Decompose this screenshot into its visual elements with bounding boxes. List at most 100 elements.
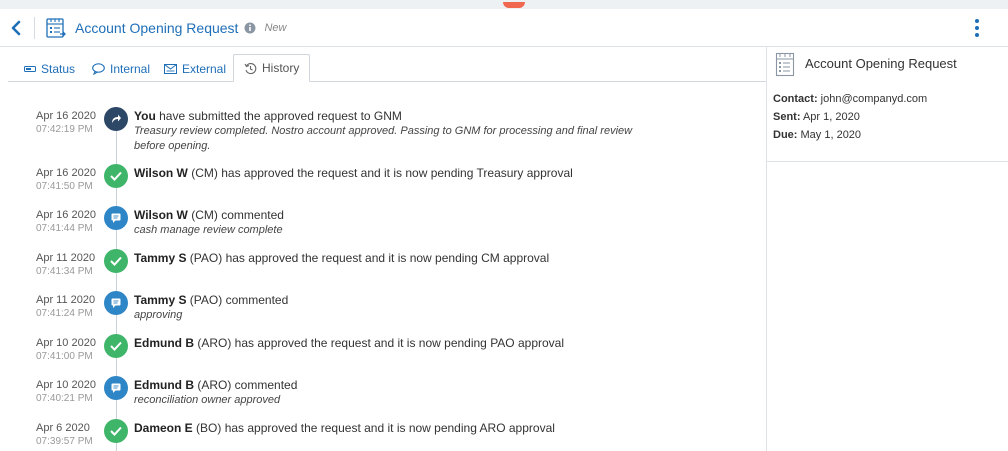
event-date: Apr 16 2020 [36, 167, 96, 179]
tab-label: Status [41, 61, 76, 76]
approved-check-icon [104, 249, 128, 273]
event-body: Edmund B (ARO) has approved the request … [134, 335, 654, 351]
event-role: (ARO) [194, 378, 232, 392]
chevron-left-icon [11, 20, 21, 35]
event-body: Edmund B (ARO) commented reconciliation … [134, 377, 654, 408]
event-date: Apr 10 2020 [36, 337, 96, 349]
event-body: Wilson W (CM) commented cash manage revi… [134, 207, 654, 238]
comment-icon [104, 376, 128, 400]
event-description: Dameon E (BO) has approved the request a… [134, 420, 654, 436]
event-role: (CM) [187, 208, 218, 222]
event-actor: Tammy S [134, 251, 187, 265]
side-panel-title: Account Opening Request [805, 56, 957, 71]
more-options-button[interactable] [966, 17, 988, 39]
event-text: have submitted the approved request to G… [155, 109, 402, 123]
top-strip [0, 0, 1008, 9]
tab-status[interactable]: Status [24, 55, 75, 82]
contact-label: Contact: [773, 93, 818, 105]
event-text: has approved the request and it is now p… [221, 421, 555, 435]
tab-label: External [182, 61, 227, 76]
speech-bubble-icon [92, 62, 105, 75]
event-time: 07:41:24 PM [36, 308, 93, 319]
comment-icon [104, 291, 128, 315]
approved-check-icon [104, 334, 128, 358]
event-description: Wilson W (CM) has approved the request a… [134, 165, 654, 181]
event-note: cash manage review complete [134, 224, 283, 236]
event-note: approving [134, 309, 183, 321]
sent-label: Sent: [773, 111, 801, 123]
back-button[interactable] [4, 16, 28, 40]
event-text: has approved the request and it is now p… [231, 336, 565, 350]
event-time: 07:40:21 PM [36, 393, 93, 404]
header-divider [34, 16, 35, 39]
event-actor: Tammy S [134, 293, 187, 307]
history-timeline: Apr 16 2020 07:42:19 PM You have submitte… [0, 95, 766, 451]
event-role: (ARO) [194, 336, 232, 350]
tab-history[interactable]: History [233, 54, 311, 82]
due-label: Due: [773, 129, 798, 141]
event-role: (CM) [187, 166, 218, 180]
request-summary-panel: Account Opening Request Contact: john@co… [767, 47, 1008, 162]
tab-external[interactable]: External [164, 55, 226, 82]
event-text: commented [217, 208, 284, 222]
event-text: commented [231, 378, 298, 392]
event-text: commented [222, 293, 289, 307]
event-description: Tammy S (PAO) commented [134, 292, 654, 308]
event-actor: Edmund B [134, 336, 194, 350]
header-bar: Account Opening Request New [0, 9, 1008, 47]
event-description: Wilson W (CM) commented [134, 207, 654, 223]
event-date: Apr 6 2020 [36, 422, 90, 434]
event-body: Tammy S (PAO) commented approving [134, 292, 654, 323]
event-date: Apr 16 2020 [36, 110, 96, 122]
event-actor: You [134, 109, 156, 123]
mail-icon [164, 63, 177, 74]
event-timestamp: Apr 16 2020 07:41:50 PM [36, 166, 106, 193]
event-timestamp: Apr 16 2020 07:41:44 PM [36, 208, 106, 235]
sent-value: Apr 1, 2020 [800, 111, 860, 123]
event-actor: Dameon E [134, 421, 193, 435]
event-time: 07:41:44 PM [36, 223, 93, 234]
event-time: 07:41:00 PM [36, 351, 93, 362]
event-body: Wilson W (CM) has approved the request a… [134, 165, 654, 181]
event-time: 07:42:19 PM [36, 124, 93, 135]
event-timestamp: Apr 6 2020 07:39:57 PM [36, 421, 106, 448]
event-text: has approved the request and it is now p… [222, 251, 550, 265]
submitted-icon [104, 107, 128, 131]
event-timestamp: Apr 16 2020 07:42:19 PM [36, 109, 106, 136]
event-body: Tammy S (PAO) has approved the request a… [134, 250, 654, 266]
event-note: Treasury review completed. Nostro accoun… [134, 125, 633, 152]
tab-label: History [262, 61, 300, 75]
event-description: Edmund B (ARO) has approved the request … [134, 335, 654, 351]
event-time: 07:41:50 PM [36, 181, 93, 192]
tab-bar: Status Internal External History [8, 54, 766, 82]
sent-row: Sent: Apr 1, 2020 [773, 111, 860, 123]
event-description: Tammy S (PAO) has approved the request a… [134, 250, 654, 266]
approved-check-icon [104, 419, 128, 443]
page-title: Account Opening Request [75, 19, 239, 36]
event-role: (PAO) [186, 293, 223, 307]
event-time: 07:39:57 PM [36, 436, 93, 447]
event-note: reconciliation owner approved [134, 394, 281, 406]
event-timestamp: Apr 10 2020 07:40:21 PM [36, 378, 106, 405]
status-icon [24, 65, 36, 72]
contact-value: john@companyd.com [817, 93, 928, 105]
tab-internal[interactable]: Internal [92, 55, 150, 82]
event-date: Apr 16 2020 [36, 209, 96, 221]
event-role: (BO) [192, 421, 222, 435]
event-time: 07:41:34 PM [36, 266, 93, 277]
event-body: Dameon E (BO) has approved the request a… [134, 420, 654, 436]
kebab-dot [975, 26, 979, 30]
event-timestamp: Apr 10 2020 07:41:00 PM [36, 336, 106, 363]
event-date: Apr 10 2020 [36, 379, 96, 391]
event-text: has approved the request and it is now p… [217, 166, 573, 180]
comment-icon [104, 206, 128, 230]
status-badge: New [264, 21, 287, 34]
due-value: May 1, 2020 [797, 129, 862, 141]
event-description: Edmund B (ARO) commented [134, 377, 654, 393]
event-role: (PAO) [186, 251, 223, 265]
approved-check-icon [104, 164, 128, 188]
contact-row: Contact: john@companyd.com [773, 93, 927, 105]
event-body: You have submitted the approved request … [134, 108, 654, 154]
event-description: You have submitted the approved request … [134, 108, 654, 124]
info-icon[interactable] [244, 22, 256, 34]
